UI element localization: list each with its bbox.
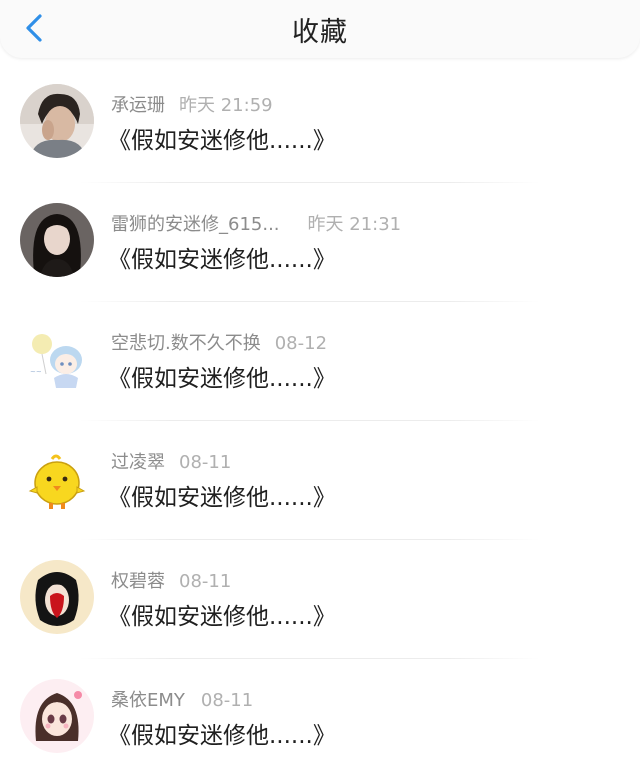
user-name[interactable]: 空悲切.数不久不换 — [111, 333, 261, 354]
item-meta: 雷狮的安迷修_615... 昨天 21:31 — [111, 210, 401, 236]
item-title[interactable]: 《假如安迷修他......》 — [108, 716, 336, 750]
list-item[interactable]: ~~ 空悲切.数不久不换 08-12 《假如安迷修他......》 — [0, 302, 640, 421]
timestamp: 昨天 21:59 — [179, 95, 273, 116]
timestamp: 08-12 — [274, 333, 328, 354]
list-item[interactable]: 权碧蓉 08-11 《假如安迷修他......》 — [0, 540, 640, 659]
item-meta: 空悲切.数不久不换 08-12 — [111, 329, 327, 355]
timestamp: 08-11 — [200, 690, 254, 711]
user-name[interactable]: 桑依EMY — [111, 690, 185, 711]
list-item[interactable]: 雷狮的安迷修_615... 昨天 21:31 《假如安迷修他......》 — [0, 183, 640, 302]
timestamp: 08-11 — [179, 571, 232, 592]
page-title: 收藏 — [292, 17, 348, 48]
avatar[interactable] — [20, 560, 94, 634]
item-title[interactable]: 《假如安迷修他......》 — [108, 478, 336, 512]
item-title[interactable]: 《假如安迷修他......》 — [108, 359, 336, 393]
list-item[interactable]: 承运珊 昨天 21:59 《假如安迷修他......》 — [0, 64, 640, 183]
timestamp: 昨天 21:31 — [307, 214, 402, 235]
user-name[interactable]: 权碧蓉 — [111, 571, 165, 592]
item-title[interactable]: 《假如安迷修他......》 — [108, 240, 336, 274]
timestamp: 08-11 — [179, 452, 232, 473]
top-bar: 收藏 — [0, 0, 640, 58]
user-name[interactable]: 承运珊 — [111, 95, 165, 116]
svg-text:~~: ~~ — [30, 368, 42, 376]
avatar[interactable] — [20, 84, 94, 158]
avatar[interactable] — [20, 203, 94, 277]
item-title[interactable]: 《假如安迷修他......》 — [108, 597, 336, 631]
list-item[interactable]: 桑依EMY 08-11 《假如安迷修他......》 — [0, 659, 640, 778]
item-meta: 过凌翠 08-11 — [111, 448, 231, 474]
avatar[interactable] — [20, 441, 94, 515]
item-meta: 权碧蓉 08-11 — [111, 567, 231, 593]
avatar[interactable] — [20, 679, 94, 753]
item-meta: 承运珊 昨天 21:59 — [111, 91, 273, 117]
item-title[interactable]: 《假如安迷修他......》 — [108, 121, 336, 155]
favorites-list: 承运珊 昨天 21:59 《假如安迷修他......》 雷狮的安迷修_615...… — [0, 64, 640, 778]
list-item[interactable]: 过凌翠 08-11 《假如安迷修他......》 — [0, 421, 640, 540]
item-meta: 桑依EMY 08-11 — [111, 686, 253, 712]
user-name[interactable]: 过凌翠 — [111, 452, 165, 473]
avatar[interactable]: ~~ — [20, 322, 94, 396]
user-name[interactable]: 雷狮的安迷修_615... — [111, 214, 280, 235]
